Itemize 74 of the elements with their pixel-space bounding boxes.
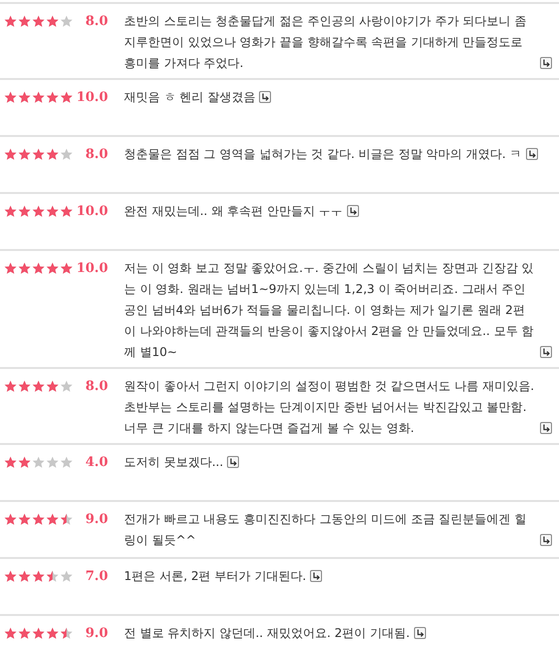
- star-icon: [32, 627, 45, 640]
- review-text: 도저히 못보겠다...: [124, 454, 224, 471]
- review-text: 전 별로 유치하지 않던데.. 재밌었어요. 2편이 기대됨.: [124, 625, 410, 642]
- star-icon: [60, 148, 73, 161]
- star-icon: [46, 15, 59, 28]
- star-icon: [18, 513, 31, 526]
- star-icon: [18, 627, 31, 640]
- star-icon: [46, 91, 59, 104]
- review-text: 1편은 서론, 2편 부터가 기대된다.: [124, 568, 306, 585]
- star-icon: [60, 91, 73, 104]
- review-text: 초반의 스토리는 청춘물답게 젊은 주인공의 사랑이야기가 주가 되다보니 좀 지루한면이 있었으나 영화가 끝을 향해갈수록 속편을 기대하게 만들정도로 흥미를 가져다 주었다.: [124, 13, 528, 72]
- star-icon: [18, 456, 31, 469]
- star-icon: [46, 513, 59, 526]
- star-icon: [4, 456, 17, 469]
- review-text: 완전 재밌는데.. 왜 후속편 안만들지 ㅜㅜ: [124, 203, 343, 220]
- star-icon: [46, 380, 59, 393]
- review-text: 재밋음 ㅎ 헨리 잘생겼음: [124, 89, 256, 106]
- star-icon: [4, 205, 17, 218]
- star-icon: [32, 570, 45, 583]
- reply-arrow-icon[interactable]: [540, 422, 552, 434]
- review-score: 7.0: [84, 568, 108, 586]
- star-icon: [60, 513, 73, 526]
- review-score: 9.0: [84, 511, 108, 529]
- reply-arrow-icon[interactable]: [540, 346, 552, 358]
- review-text: 저는 이 영화 보고 정말 좋았어요.ㅜ. 중간에 스릴이 넘치는 장면과 긴장감 있는 이 영화. 원래는 넘버1~9까지 있는데 1,2,3 이 죽어버리죠. 그래서 주인공인 넘버4와 넘버6가 적들을 물리칩니다. 이 영화는 제가 일기론 원래 2편이 나와야하는데 관객들의 반응이 좋지않아서 2편을 안 만들었데요.. 모두 함께 별10~: [124, 260, 535, 361]
- star-icon: [18, 380, 31, 393]
- review-score: 8.0: [84, 146, 108, 164]
- review-score: 10.0: [75, 89, 108, 107]
- star-icon: [18, 15, 31, 28]
- star-icon: [4, 570, 17, 583]
- star-icon: [46, 148, 59, 161]
- star-icon: [18, 148, 31, 161]
- review-text: 원작이 좋아서 그런지 이야기의 설정이 평범한 것 같으면서도 나름 재미있음. 초반부는 스토리를 설명하는 단계이지만 중반 넘어서는 박진감있고 볼만함. 너무 큰 기대를 하지 않는다면 즐겁게 볼 수 있는 영화.: [124, 378, 536, 437]
- star-icon: [60, 627, 73, 640]
- review-score: 10.0: [75, 203, 108, 221]
- star-icon: [46, 205, 59, 218]
- reply-arrow-icon[interactable]: [540, 57, 552, 69]
- star-icon: [32, 91, 45, 104]
- star-icon: [60, 15, 73, 28]
- star-icon: [32, 15, 45, 28]
- star-icon: [4, 15, 17, 28]
- star-icon: [18, 262, 31, 275]
- star-icon: [60, 262, 73, 275]
- star-icon: [4, 148, 17, 161]
- star-icon: [32, 380, 45, 393]
- star-icon: [32, 262, 45, 275]
- review-score: 8.0: [84, 378, 108, 396]
- star-icon: [4, 91, 17, 104]
- star-icon: [32, 513, 45, 526]
- star-icon: [60, 570, 73, 583]
- review-score: 9.0: [84, 625, 108, 643]
- review-text: 전개가 빠르고 내용도 흥미진진하다 그동안의 미드에 조금 질린분들에겐 힐링이 될듯^^: [124, 511, 528, 549]
- star-icon: [32, 148, 45, 161]
- review-score: 10.0: [75, 260, 108, 278]
- review-score: 4.0: [84, 454, 108, 472]
- star-icon: [32, 205, 45, 218]
- star-icon: [46, 456, 59, 469]
- star-icon: [18, 570, 31, 583]
- review-text: 청춘물은 점점 그 영역을 넓혀가는 것 같다. 비글은 정말 악마의 개였다. ㅋ: [124, 146, 522, 163]
- star-icon: [60, 205, 73, 218]
- star-icon: [4, 513, 17, 526]
- star-icon: [46, 570, 59, 583]
- star-icon: [4, 627, 17, 640]
- star-icon: [60, 456, 73, 469]
- star-icon: [4, 262, 17, 275]
- star-icon: [46, 262, 59, 275]
- star-icon: [32, 456, 45, 469]
- star-icon: [46, 627, 59, 640]
- star-icon: [18, 205, 31, 218]
- review-score: 8.0: [84, 13, 108, 31]
- star-icon: [18, 91, 31, 104]
- star-icon: [4, 380, 17, 393]
- star-icon: [60, 380, 73, 393]
- reply-arrow-icon[interactable]: [540, 534, 552, 546]
